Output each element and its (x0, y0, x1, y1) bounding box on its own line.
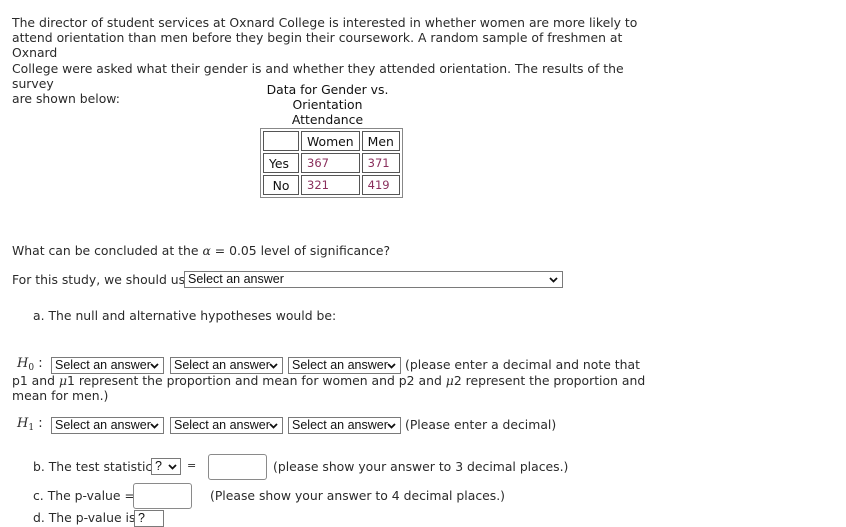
part-b-label: b. The test statistic (33, 459, 153, 474)
chevron-down-icon (150, 418, 159, 429)
chevron-down-icon (269, 418, 278, 429)
chevron-down-icon (549, 272, 558, 283)
part-a-label: a. The null and alternative hypotheses w… (33, 308, 337, 323)
p-value-comparison-select[interactable]: ? (134, 510, 164, 527)
select-value: Select an answer (55, 418, 151, 432)
column-header-women: Women (301, 131, 360, 151)
row-label-yes: Yes (263, 153, 299, 173)
chevron-down-icon (168, 459, 177, 470)
mu-symbol: μ (445, 373, 454, 388)
cell-yes-women: 367 (301, 153, 360, 173)
table-caption: Data for Gender vs. Orientation Attendan… (255, 82, 400, 128)
h1-subscript: 1 (28, 423, 35, 433)
chevron-down-icon (269, 358, 278, 369)
h1-label: H1 : (17, 416, 43, 433)
select-value: Select an answer (292, 418, 388, 432)
h0-note-line3: mean for men.) (12, 388, 109, 403)
select-value: Select an answer (188, 272, 284, 286)
h0-note-line2: p1 and μ1 represent the proportion and m… (12, 373, 645, 388)
part-c-note: (Please show your answer to 4 decimal pl… (210, 488, 505, 503)
equals-sign: = (187, 459, 197, 472)
h1-parameter-select[interactable]: Select an answer (51, 417, 164, 434)
table-row: Yes 367 371 (263, 153, 400, 173)
part-d-label: d. The p-value is (33, 510, 136, 525)
h0-label: H0 : (17, 356, 43, 373)
h1-note: (Please enter a decimal) (405, 417, 557, 432)
h0-parameter-select[interactable]: Select an answer (51, 357, 164, 374)
h0-subscript: 0 (28, 363, 35, 373)
intro-line: The director of student services at Oxna… (12, 15, 638, 30)
table-header-row: Women Men (263, 131, 400, 151)
mu-symbol: μ (58, 373, 67, 388)
alpha-symbol: α (202, 243, 211, 258)
h1-letter: H (17, 416, 29, 431)
question-text: = 0.05 level of significance? (210, 243, 391, 258)
part-c-label: c. The p-value = (33, 488, 135, 503)
column-header-men: Men (361, 131, 400, 151)
cell-no-women: 321 (301, 175, 360, 195)
intro-line: attend orientation than men before they … (12, 30, 623, 61)
table-corner-cell (263, 131, 299, 151)
select-value: Select an answer (55, 358, 151, 372)
cell-yes-men: 371 (361, 153, 400, 173)
select-value: ? (155, 459, 162, 473)
note-text: 2 represent the proportion and (453, 373, 646, 388)
h0-note: (please enter a decimal and note that (405, 357, 640, 372)
h1-value-select[interactable]: Select an answer (288, 417, 401, 434)
h0-colon: : (38, 356, 43, 371)
select-value: Select an answer (174, 358, 270, 372)
caption-line: Orientation (292, 97, 363, 113)
caption-line: Attendance (291, 112, 364, 128)
test-statistic-type-select[interactable]: ? (151, 458, 181, 475)
row-label-no: No (263, 175, 299, 195)
select-value: Select an answer (292, 358, 388, 372)
h0-operator-select[interactable]: Select an answer (170, 357, 283, 374)
cell-no-men: 419 (361, 175, 400, 195)
note-text: 1 represent the proportion and mean for … (67, 373, 446, 388)
note-text: p1 and (12, 373, 59, 388)
select-value: Select an answer (174, 418, 270, 432)
caption-line: Data for Gender vs. (266, 82, 389, 97)
h1-colon: : (38, 416, 43, 431)
question-text: What can be concluded at the (12, 243, 203, 258)
p-value-input[interactable] (133, 483, 192, 509)
select-value: ? (138, 511, 145, 525)
study-type-select[interactable]: Select an answer (184, 271, 563, 288)
test-statistic-input[interactable] (208, 454, 267, 480)
h0-letter: H (17, 356, 29, 371)
chevron-down-icon (387, 358, 396, 369)
h0-value-select[interactable]: Select an answer (288, 357, 401, 374)
h1-operator-select[interactable]: Select an answer (170, 417, 283, 434)
chevron-down-icon (150, 358, 159, 369)
chevron-down-icon (387, 418, 396, 429)
study-label: For this study, we should use (12, 272, 193, 287)
significance-question: What can be concluded at the α = 0.05 le… (12, 243, 390, 258)
gender-orientation-table: Women Men Yes 367 371 No 321 419 (260, 128, 403, 198)
part-b-note: (please show your answer to 3 decimal pl… (273, 459, 569, 474)
table-row: No 321 419 (263, 175, 400, 195)
